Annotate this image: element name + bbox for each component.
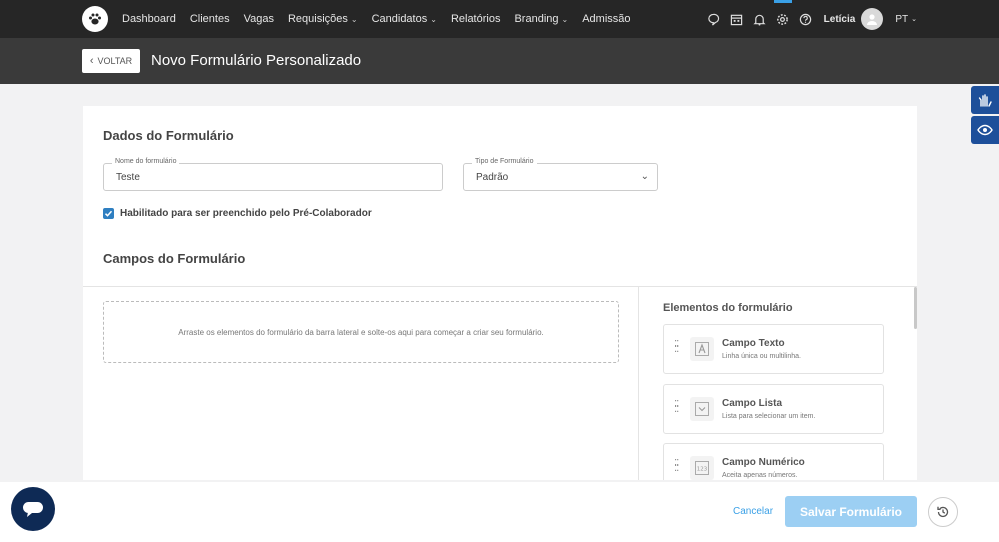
form-type-label: Tipo de Formulário	[472, 158, 537, 165]
chevron-left-icon: ‹	[89, 55, 94, 67]
divider	[638, 287, 639, 480]
sign-language-button[interactable]	[971, 86, 999, 114]
form-type-select[interactable]: Tipo de Formulário Padrão ⌄	[463, 158, 658, 191]
element-name: Campo Numérico	[722, 457, 805, 468]
divider	[83, 286, 917, 287]
element-desc: Lista para selecionar um item.	[722, 413, 816, 420]
chat-bubble-icon	[23, 502, 43, 517]
form-card: Dados do Formulário Nome do formulário T…	[83, 106, 917, 480]
bell-icon[interactable]	[753, 12, 767, 26]
drag-handle-icon[interactable]: ⁚⁚ ⁚⁚	[674, 340, 682, 355]
chevron-down-icon: ⌄	[561, 14, 569, 24]
eye-icon	[977, 124, 993, 136]
nav-right: Letícia PT ⌄	[707, 0, 999, 38]
drag-handle-icon[interactable]: ⁚⁚ ⁚⁚	[674, 459, 682, 474]
save-form-button[interactable]: Salvar Formulário	[785, 496, 917, 527]
pre-collaborator-checkbox[interactable]	[103, 208, 114, 219]
avatar[interactable]	[861, 8, 884, 30]
help-icon[interactable]	[799, 12, 813, 26]
form-name-label: Nome do formulário	[112, 158, 180, 165]
nav-item-candidatos[interactable]: Candidatos ⌄	[372, 13, 437, 25]
chevron-down-icon: ⌄	[430, 14, 437, 24]
paw-logo-icon[interactable]	[82, 6, 108, 32]
form-type-value: Padrão	[476, 172, 509, 183]
nav-item-dashboard[interactable]: Dashboard	[122, 13, 176, 25]
element-text-field[interactable]: ⁚⁚ ⁚⁚ Campo Texto Linha única ou multilin…	[663, 324, 884, 374]
page-header: ‹ VOLTAR Novo Formulário Personalizado	[0, 38, 999, 84]
pre-collaborator-label: Habilitado para ser preenchido pelo Pré-…	[120, 208, 372, 219]
chevron-down-icon: ⌄	[640, 171, 649, 182]
form-name-field[interactable]: Nome do formulário Teste	[103, 158, 443, 191]
text-field-icon	[690, 337, 714, 361]
chat-widget-button[interactable]	[11, 487, 55, 531]
language-selector[interactable]: PT ⌄	[895, 14, 917, 25]
list-field-icon	[690, 397, 714, 421]
elements-title: Elementos do formulário	[663, 302, 793, 314]
svg-text:123: 123	[697, 467, 708, 473]
element-desc: Aceita apenas números.	[722, 472, 798, 479]
drop-zone-text: Arraste os elementos do formulário da ba…	[178, 327, 544, 337]
save-form-label: Salvar Formulário	[799, 504, 903, 519]
gear-icon[interactable]	[773, 0, 792, 26]
nav-item-relatorios[interactable]: Relatórios	[451, 13, 501, 25]
form-data-title: Dados do Formulário	[103, 128, 234, 143]
nav-item-clientes[interactable]: Clientes	[190, 13, 230, 25]
number-field-icon: 123	[690, 456, 714, 480]
page-title: Novo Formulário Personalizado	[151, 52, 362, 69]
chat-icon[interactable]	[707, 12, 721, 26]
nav-item-vagas[interactable]: Vagas	[244, 13, 274, 25]
history-button[interactable]	[928, 497, 958, 527]
user-name[interactable]: Letícia	[824, 14, 856, 25]
element-number-field[interactable]: ⁚⁚ ⁚⁚ 123 Campo Numérico Aceita apenas nú…	[663, 443, 884, 480]
drop-zone[interactable]: Arraste os elementos do formulário da ba…	[103, 301, 619, 363]
hands-icon	[978, 94, 992, 107]
eye-button[interactable]	[971, 116, 999, 144]
form-name-value: Teste	[116, 172, 140, 183]
nav-menu: Dashboard Clientes Vagas Requisições ⌄ Ca…	[122, 0, 645, 38]
drag-handle-icon[interactable]: ⁚⁚ ⁚⁚	[674, 400, 682, 415]
nav-item-branding[interactable]: Branding ⌄	[514, 13, 568, 25]
element-desc: Linha única ou multilinha.	[722, 353, 801, 360]
history-icon	[937, 506, 949, 518]
chevron-down-icon: ⌄	[911, 16, 917, 23]
back-button-label: VOLTAR	[97, 56, 133, 66]
nav-item-requisicoes[interactable]: Requisições ⌄	[288, 13, 358, 25]
pre-collaborator-checkbox-row: Habilitado para ser preenchido pelo Pré-…	[103, 208, 372, 219]
element-list-field[interactable]: ⁚⁚ ⁚⁚ Campo Lista Lista para selecionar u…	[663, 384, 884, 434]
element-name: Campo Texto	[722, 338, 785, 349]
form-fields-title: Campos do Formulário	[103, 251, 246, 266]
scrollbar[interactable]	[914, 287, 917, 329]
back-button[interactable]: ‹ VOLTAR	[82, 49, 140, 73]
nav-item-admissao[interactable]: Admissão	[582, 13, 630, 25]
cancel-button[interactable]: Cancelar	[733, 506, 773, 517]
chevron-down-icon: ⌄	[350, 14, 358, 24]
calendar-icon[interactable]	[730, 12, 744, 26]
top-nav: Dashboard Clientes Vagas Requisições ⌄ Ca…	[0, 0, 999, 38]
element-name: Campo Lista	[722, 398, 783, 409]
